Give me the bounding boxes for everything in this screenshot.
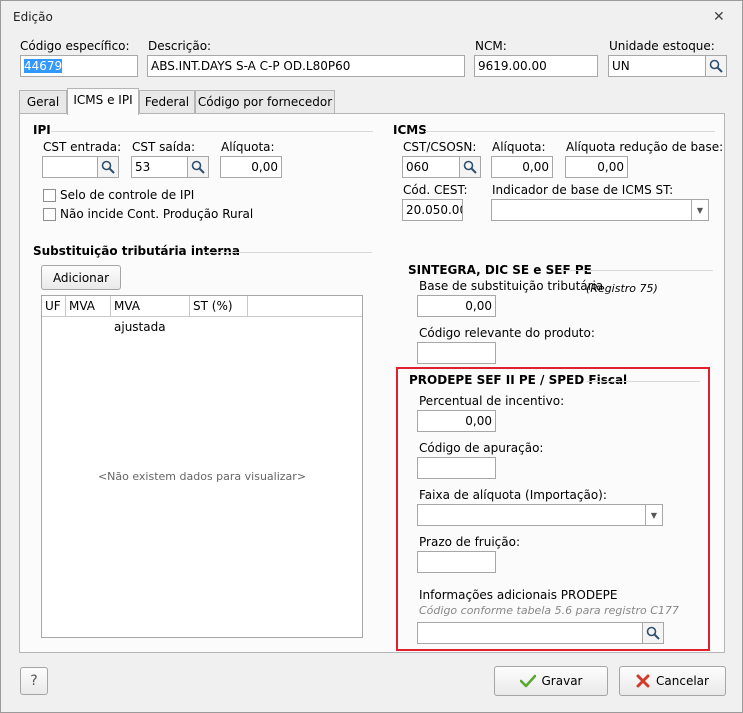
apuracao-input[interactable] [417,457,496,479]
tab-federal[interactable]: Federal [139,90,195,114]
edit-dialog: Edição ✕ Código específico: 44679 Descri… [0,0,743,713]
cst-saida-search-button[interactable] [187,156,209,178]
cest-label: Cód. CEST: [403,183,468,197]
faixa-label: Faixa de alíquota (Importação): [419,488,607,502]
st-grid-empty-message: <Não existem dados para visualizar> [97,470,307,483]
search-icon [646,626,660,640]
st-grid[interactable]: UF MVA MVA ajustada ST (%) <Não existem … [41,295,363,638]
search-icon [101,160,115,174]
gravar-button[interactable]: Gravar [494,666,608,696]
chevron-down-icon: ▼ [650,510,658,520]
cst-saida-input[interactable]: 53 [131,156,188,178]
icms-cst-input[interactable]: 060 [402,156,460,178]
check-icon [519,674,536,688]
title-bar: Edição ✕ [1,1,742,33]
gravar-button-label: Gravar [541,674,583,688]
cst-entrada-search-button[interactable] [97,156,119,178]
faixa-select[interactable] [417,504,646,526]
base-st-input[interactable]: 0,00 [417,295,496,317]
base-st-note: (Registro 75) [586,282,658,295]
cest-input[interactable]: 20.050.00 [402,199,463,221]
icms-section-title: ICMS [393,123,427,137]
nao-incide-checkbox[interactable] [43,208,56,221]
cst-saida-label: CST saída: [132,140,196,154]
col-mva-ajustada[interactable]: MVA ajustada [111,296,190,334]
cancelar-button-label: Cancelar [656,674,709,688]
info-hint: Código conforme tabela 5.6 para registro… [419,604,679,617]
cancel-icon [636,674,650,688]
info-search-button[interactable] [642,622,664,644]
icms-cst-label: CST/CSOSN: [403,140,477,154]
unidade-label: Unidade estoque: [609,39,715,53]
reducao-input[interactable]: 0,00 [565,156,628,178]
icms-aliquota-label: Alíquota: [492,140,546,154]
chevron-down-icon: ▼ [696,205,704,215]
selo-label: Selo de controle de IPI [60,188,195,202]
cst-entrada-label: CST entrada: [43,140,122,154]
window-title: Edição [13,10,53,24]
info-input[interactable] [417,622,643,644]
ncm-label: NCM: [475,39,507,53]
descricao-input[interactable]: ABS.INT.DAYS S-A C-P OD.L80P60 [147,55,465,77]
search-icon [709,59,723,73]
cancelar-button[interactable]: Cancelar [619,666,726,696]
icms-cst-search-button[interactable] [459,156,481,178]
ncm-input[interactable]: 9619.00.00 [474,55,598,77]
col-uf[interactable]: UF [42,296,66,317]
percentual-label: Percentual de incentivo: [419,394,565,408]
search-icon [191,160,205,174]
codigo-input[interactable]: 44679 [20,55,138,77]
tab-codigo-fornecedor[interactable]: Código por fornecedor [195,90,335,114]
codigo-value: 44679 [24,59,63,73]
col-st[interactable]: ST (%) [190,296,248,317]
faixa-dropdown-button[interactable]: ▼ [645,504,663,526]
indicador-label: Indicador de base de ICMS ST: [492,183,674,197]
codigo-relevante-label: Código relevante do produto: [419,326,595,340]
st-divider [204,252,372,253]
indicador-select[interactable] [491,199,692,221]
icms-divider [425,131,715,132]
ipi-divider [51,131,373,132]
info-label: Informações adicionais PRODEPE [419,588,618,602]
descricao-label: Descrição: [148,39,212,53]
codigo-relevante-input[interactable] [417,342,496,364]
search-icon [463,160,477,174]
reducao-label: Alíquota redução de base: [566,140,724,154]
help-button[interactable]: ? [20,667,48,695]
close-icon[interactable]: ✕ [713,9,725,25]
selo-checkbox[interactable] [43,189,56,202]
unidade-search-button[interactable] [705,55,727,77]
codigo-label: Código específico: [20,39,130,53]
help-icon: ? [30,673,38,689]
add-st-button-label: Adicionar [52,270,110,285]
apuracao-label: Código de apuração: [419,441,544,455]
ipi-aliquota-input[interactable]: 0,00 [220,156,282,178]
sintegra-divider [561,270,713,271]
prodepe-section-title: PRODEPE SEF II PE / SPED Fiscal [409,373,628,387]
ipi-section-title: IPI [33,123,51,137]
icms-aliquota-input[interactable]: 0,00 [491,156,553,178]
cst-entrada-input[interactable] [42,156,98,178]
ipi-aliquota-label: Alíquota: [221,140,275,154]
prazo-input[interactable] [417,551,496,573]
add-st-button[interactable]: Adicionar [41,265,121,290]
prazo-label: Prazo de fruição: [419,535,521,549]
indicador-dropdown-button[interactable]: ▼ [691,199,709,221]
base-st-label: Base de substituição tributária [419,279,604,293]
st-section-title: Substituição tributária interna [33,244,240,258]
percentual-input[interactable]: 0,00 [417,410,496,432]
prodepe-divider [586,381,700,382]
unidade-input[interactable]: UN [608,55,706,77]
tab-geral[interactable]: Geral [19,90,67,114]
tab-icms-ipi[interactable]: ICMS e IPI [67,88,139,115]
col-mva[interactable]: MVA [66,296,111,317]
st-grid-header: UF MVA MVA ajustada ST (%) [42,296,362,334]
nao-incide-label: Não incide Cont. Produção Rural [60,207,254,221]
